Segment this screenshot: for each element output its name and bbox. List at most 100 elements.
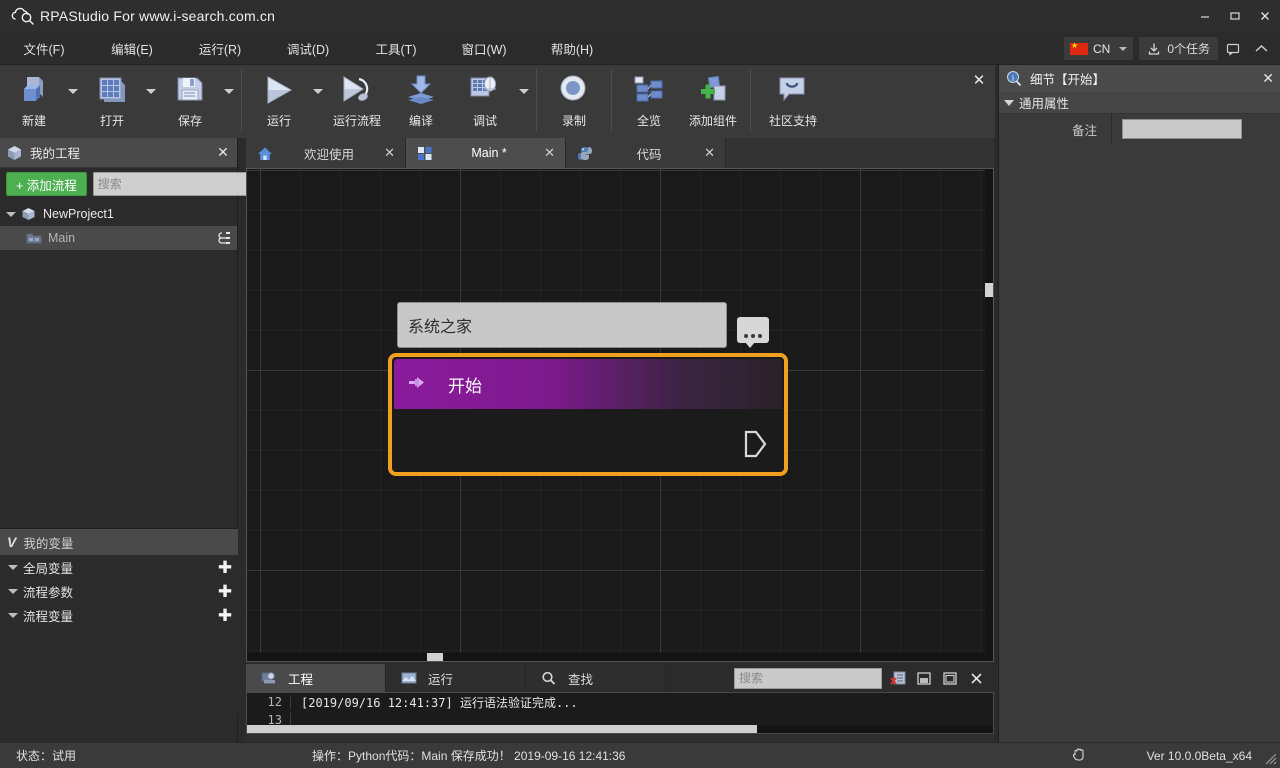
task-indicator[interactable]: 0个任务 <box>1139 37 1218 60</box>
chevron-down-icon[interactable] <box>1004 100 1014 106</box>
toolbar-run-button[interactable]: 运行 <box>247 65 311 134</box>
log-horizontal-scroll-thumb[interactable] <box>247 725 757 733</box>
log-line: 12 [2019/09/16 12:41:37] 运行语法验证完成... <box>247 693 993 711</box>
maximize-panel-button[interactable] <box>940 669 960 687</box>
chevron-up-icon[interactable] <box>1248 37 1274 60</box>
restore-panel-button[interactable] <box>914 669 934 687</box>
toolbar-open-button[interactable]: 打开 <box>80 65 144 134</box>
canvas-horizontal-scroll-thumb[interactable] <box>427 653 443 661</box>
close-panel-button[interactable] <box>966 669 986 687</box>
comment-options-button[interactable] <box>737 317 769 343</box>
tab-close-icon[interactable]: ✕ <box>544 145 555 161</box>
chevron-down-icon[interactable] <box>8 565 18 570</box>
tab-label: 欢迎使用 <box>282 144 376 163</box>
tab-main[interactable]: Main * ✕ <box>406 138 566 168</box>
bottom-tab-project[interactable]: 工程 <box>246 664 386 692</box>
remark-field[interactable] <box>1122 119 1242 139</box>
start-node[interactable]: 开始 <box>388 353 788 476</box>
window-title: RPAStudio For www.i-search.com.cn <box>40 8 275 24</box>
bottom-tab-run[interactable]: 运行 <box>386 664 526 692</box>
variable-group-params[interactable]: 流程参数 ✚ <box>0 579 238 603</box>
clear-log-button[interactable] <box>888 669 908 687</box>
variable-group-label: 全局变量 <box>23 558 73 577</box>
close-button[interactable] <box>1250 1 1280 31</box>
toolbar-overview-button[interactable]: 全览 <box>617 65 681 134</box>
project-panel-header: 我的工程 ✕ <box>0 138 237 168</box>
add-flow-button[interactable]: + 添加流程 <box>6 172 87 196</box>
message-icon[interactable] <box>1220 37 1246 60</box>
bottom-tab-find[interactable]: 查找 <box>526 664 666 692</box>
comment-node[interactable]: 系统之家 <box>397 302 727 348</box>
python-icon <box>576 145 594 161</box>
tree-item-main[interactable]: Main <box>0 226 237 250</box>
menu-file[interactable]: 文件(F) <box>0 35 88 62</box>
details-panel-close-icon[interactable]: ✕ <box>1262 70 1274 87</box>
toolbar-add-component-button[interactable]: 添加组件 <box>681 65 745 134</box>
toolbar-record-button[interactable]: 录制 <box>542 65 606 134</box>
details-panel-header: i 细节【开始】 ✕ <box>999 65 1280 92</box>
toolbar-community-button[interactable]: 社区支持 <box>756 65 830 134</box>
language-label: CN <box>1093 42 1110 56</box>
menu-help[interactable]: 帮助(H) <box>528 35 616 62</box>
tab-welcome[interactable]: 欢迎使用 ✕ <box>246 138 406 168</box>
chevron-down-icon[interactable] <box>8 589 18 594</box>
toolbar-close-button[interactable]: ✕ <box>969 70 989 90</box>
output-pin-icon[interactable] <box>742 429 768 459</box>
minimize-button[interactable] <box>1190 1 1220 31</box>
add-global-variable-button[interactable]: ✚ <box>216 558 234 576</box>
maximize-button[interactable] <box>1220 1 1250 31</box>
toolbar-new-label: 新建 <box>22 112 46 129</box>
tree-item-newproject1[interactable]: NewProject1 <box>0 202 237 226</box>
toolbar-compile-button[interactable]: 编译 <box>389 65 453 134</box>
rpastudio-window: RPAStudio For www.i-search.com.cn 文件(F) … <box>0 0 1280 768</box>
toolbar-open-dropdown[interactable] <box>144 65 158 134</box>
tab-close-icon[interactable]: ✕ <box>384 145 395 161</box>
output-search-input[interactable] <box>739 671 894 685</box>
add-flow-variable-button[interactable]: ✚ <box>216 606 234 624</box>
bottom-tab-label: 查找 <box>568 669 593 688</box>
menu-debug[interactable]: 调试(D) <box>264 35 352 62</box>
dot <box>744 334 748 338</box>
output-search-box[interactable] <box>734 668 882 689</box>
project-search-input[interactable] <box>98 177 253 191</box>
chevron-down-icon[interactable] <box>6 212 16 217</box>
run-flow-icon <box>337 71 377 109</box>
menu-run[interactable]: 运行(R) <box>176 35 264 62</box>
pointing-hand-icon <box>406 370 432 399</box>
toolbar-separator <box>611 69 612 132</box>
canvas-vertical-scrollbar[interactable] <box>985 169 993 661</box>
menu-window[interactable]: 窗口(W) <box>440 35 528 62</box>
add-flow-param-button[interactable]: ✚ <box>216 582 234 600</box>
variable-group-global[interactable]: 全局变量 ✚ <box>0 555 238 579</box>
tab-code[interactable]: 代码 ✕ <box>566 138 726 168</box>
start-node-body <box>392 411 784 476</box>
chevron-down-icon[interactable] <box>8 613 18 618</box>
toolbar-debug-dropdown[interactable] <box>517 65 531 134</box>
toolbar-new-button[interactable]: 新建 <box>2 65 66 134</box>
menu-tools[interactable]: 工具(T) <box>352 35 440 62</box>
flow-chart-icon[interactable] <box>215 231 231 245</box>
log-horizontal-scrollbar[interactable] <box>247 725 993 733</box>
language-selector[interactable]: CN <box>1064 37 1133 60</box>
community-chat-icon <box>773 71 813 109</box>
details-section-general[interactable]: 通用属性 <box>999 92 1280 114</box>
toolbar-debug-button[interactable]: 调试 <box>453 65 517 134</box>
canvas-vertical-scroll-thumb[interactable] <box>985 283 993 297</box>
toolbar-save-button[interactable]: 保存 <box>158 65 222 134</box>
log-output[interactable]: 12 [2019/09/16 12:41:37] 运行语法验证完成... 13 <box>246 692 994 734</box>
v-icon: V <box>7 534 16 550</box>
canvas-horizontal-scrollbar[interactable] <box>247 653 987 661</box>
toolbar-run-dropdown[interactable] <box>311 65 325 134</box>
flow-canvas[interactable]: 系统之家 开始 <box>246 168 994 662</box>
toolbar-new-dropdown[interactable] <box>66 65 80 134</box>
project-search-box[interactable] <box>93 172 272 196</box>
toolbar-save-dropdown[interactable] <box>222 65 236 134</box>
resize-grip[interactable] <box>1262 750 1278 766</box>
bottom-tab-label: 运行 <box>428 669 453 688</box>
tab-close-icon[interactable]: ✕ <box>704 145 715 161</box>
variable-group-flowvars[interactable]: 流程变量 ✚ <box>0 603 238 627</box>
project-panel-close-icon[interactable]: ✕ <box>215 144 231 161</box>
project-panel: 我的工程 ✕ + 添加流程 <box>0 138 238 742</box>
menu-edit[interactable]: 编辑(E) <box>88 35 176 62</box>
toolbar-run-flow-button[interactable]: 运行流程 <box>325 65 389 134</box>
